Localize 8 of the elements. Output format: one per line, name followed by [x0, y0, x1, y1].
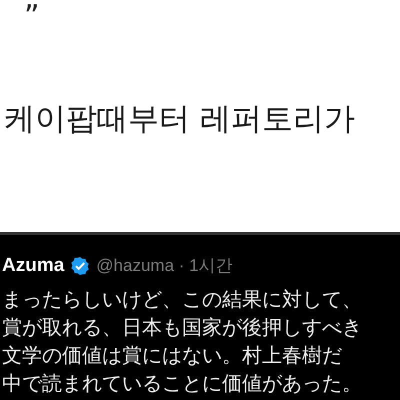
- tweet-text-line: まったらしいけど、この結果に対して、: [2, 287, 362, 311]
- tweet-text-line: 賞が取れる、日本も国家が後押しすべき: [2, 315, 362, 339]
- post-text: 케이팝때부터 레퍼토리가: [4, 100, 355, 139]
- quote-mark: ”: [24, 2, 40, 32]
- handle-and-time: @hazuma · 1시간: [96, 255, 233, 277]
- tweet-text-line: 文学の価値は賞にはない。村上春樹だ: [2, 343, 342, 367]
- author-name: Azuma: [2, 254, 64, 276]
- tweet-text-line: 中で読まれていることに価値があった。: [2, 371, 362, 395]
